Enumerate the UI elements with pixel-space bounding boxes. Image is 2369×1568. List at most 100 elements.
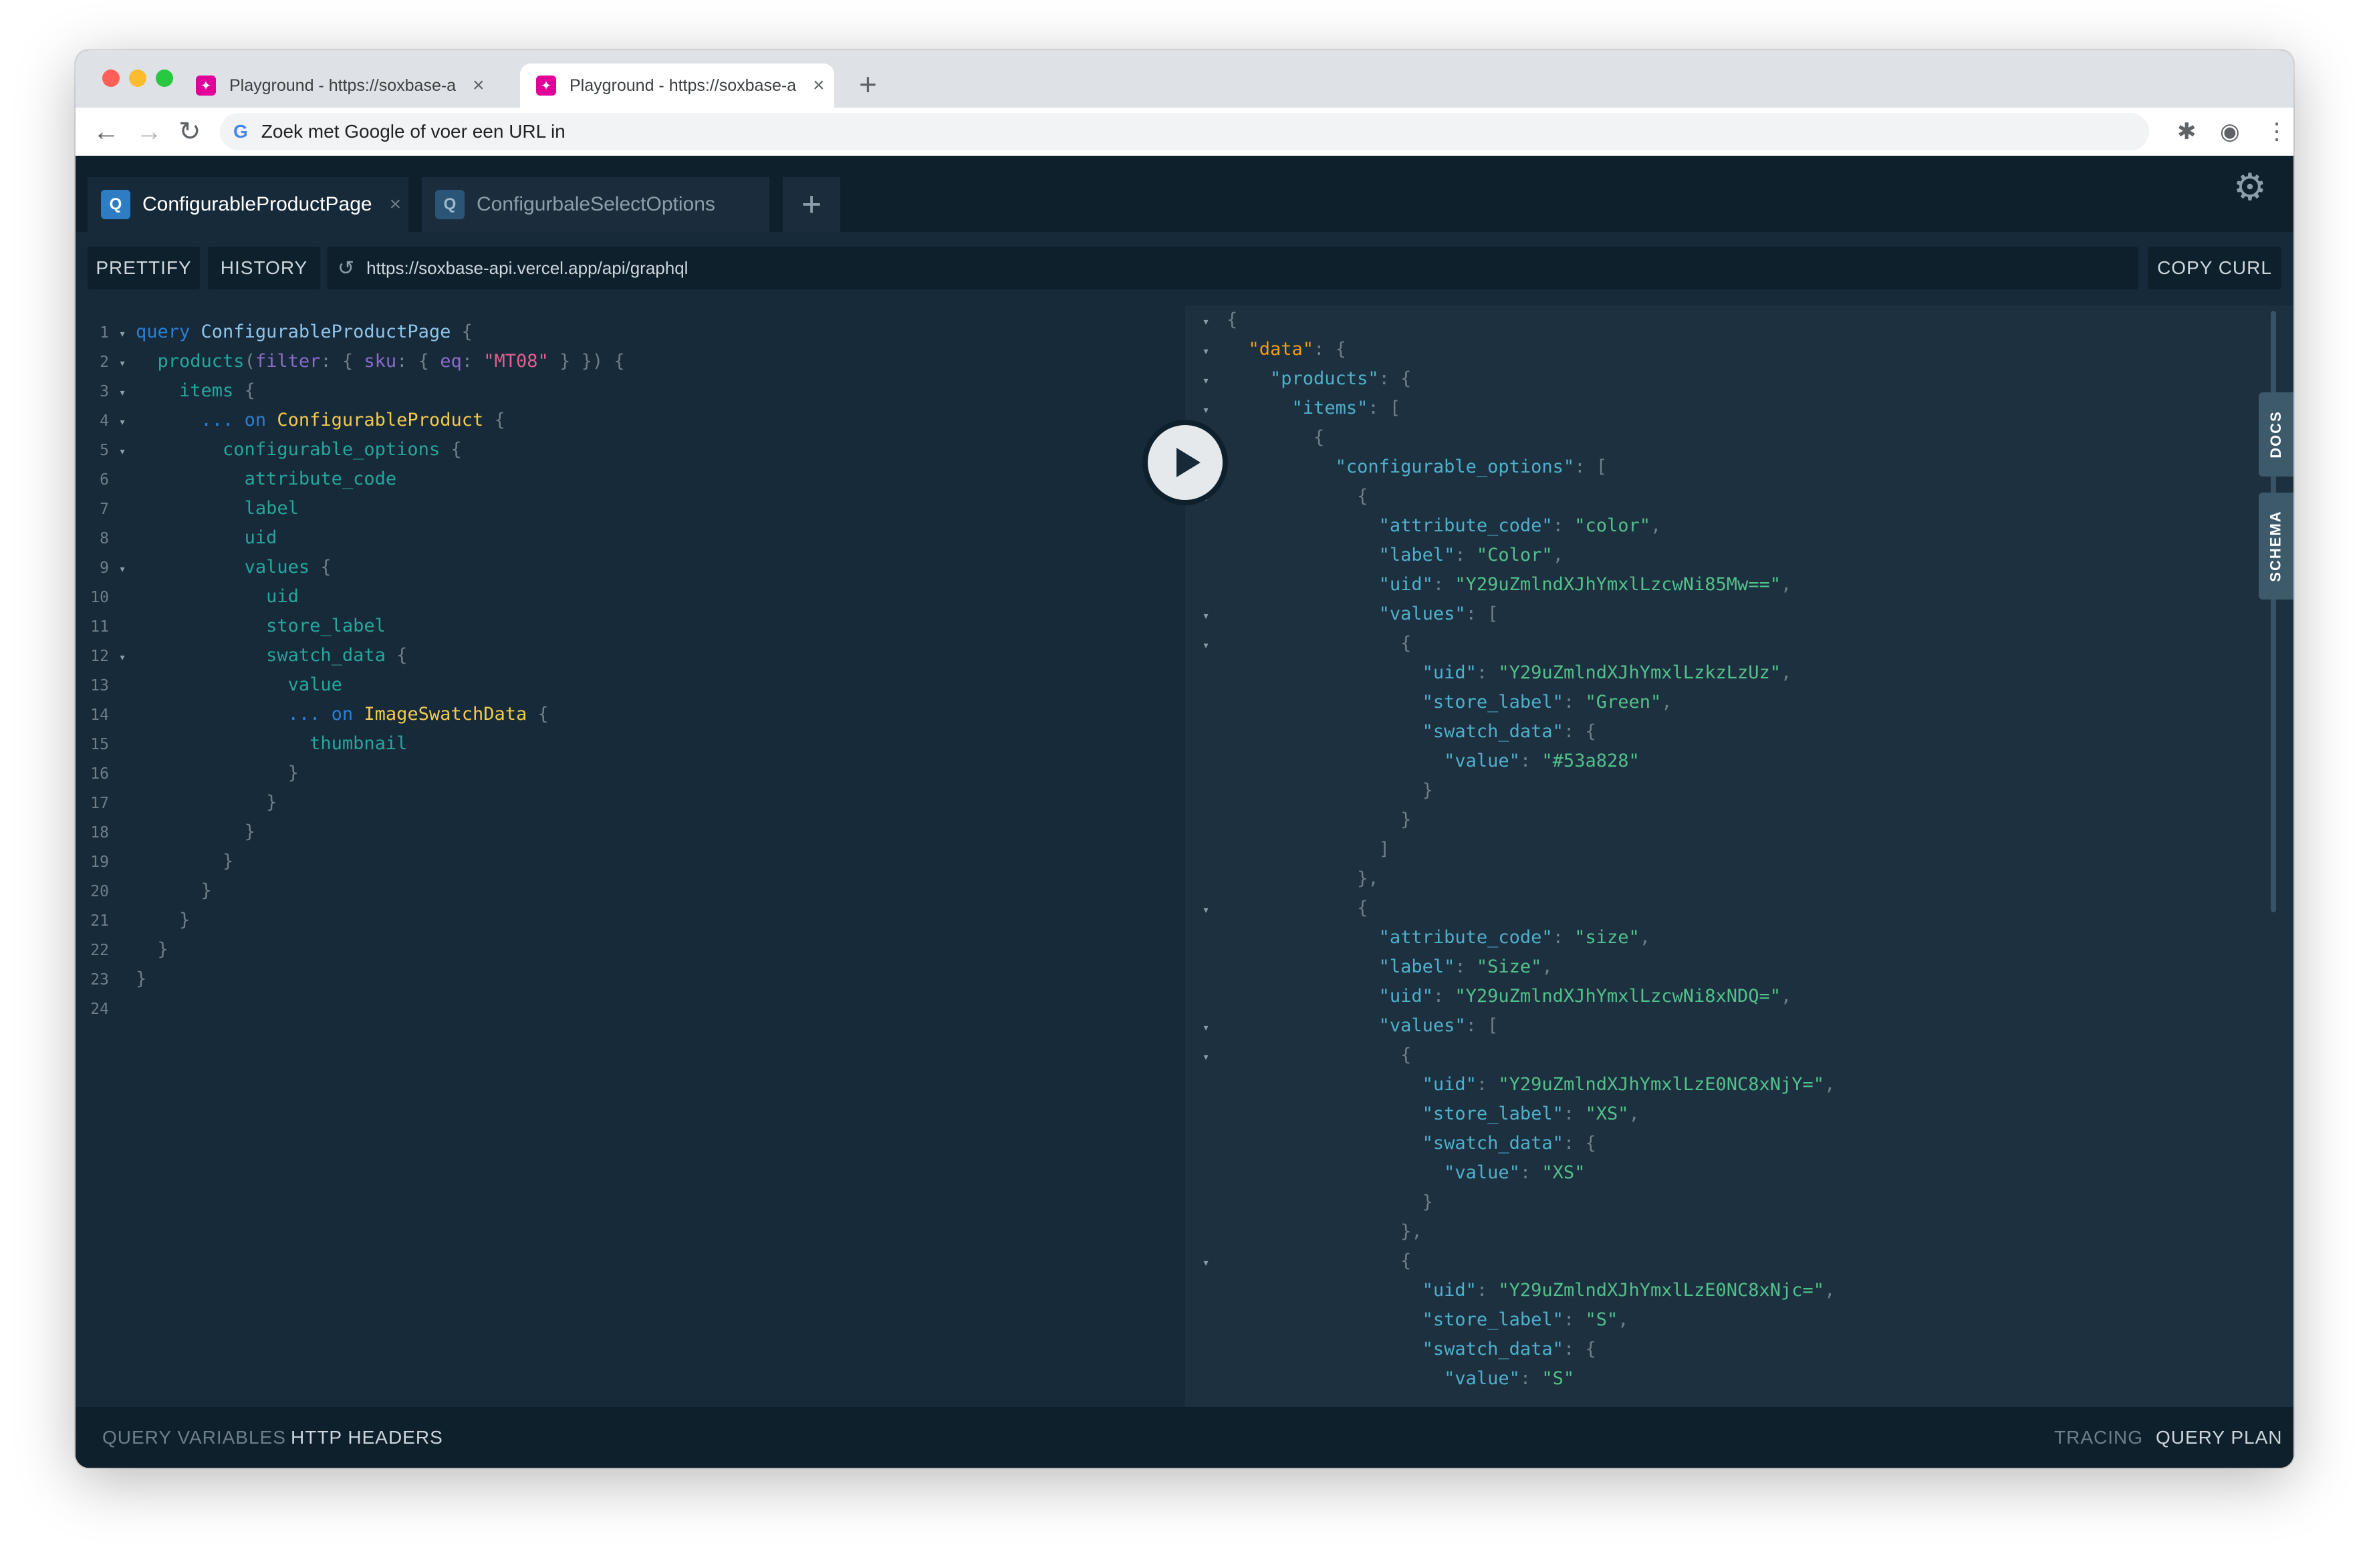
browser-tab-active[interactable]: ✦ Playground - https://soxbase-a × (520, 63, 834, 108)
omnibox[interactable]: G Zoek met Google of voer een URL in (220, 113, 2149, 150)
add-query-tab-button[interactable]: + (783, 177, 840, 232)
json-token: "label" (1378, 545, 1455, 565)
fold-arrow-icon[interactable]: ▾ (109, 378, 136, 408)
code-token: thumbnail (309, 733, 408, 754)
json-token: "value" (1444, 751, 1520, 771)
fold-arrow-icon[interactable]: ▾ (1185, 1249, 1227, 1278)
line-number: 3 (100, 383, 109, 400)
back-arrow-icon[interactable]: ← (93, 113, 120, 150)
result-line: ▾ { (1185, 629, 1412, 660)
schema-tab[interactable]: SCHEMA (2259, 493, 2293, 600)
maximize-window-button[interactable] (156, 70, 173, 87)
code-token: query (136, 321, 191, 342)
endpoint-url-input[interactable]: ↺ https://soxbase-api.vercel.app/api/gra… (327, 247, 2138, 289)
browser-tab[interactable]: ✦ Playground - https://soxbase-a × (196, 63, 510, 108)
gear-icon[interactable]: ⚙ (2233, 165, 2267, 209)
json-token: "swatch_data" (1422, 721, 1564, 742)
json-token: { (1400, 1251, 1412, 1271)
code-line: 20 } (76, 876, 212, 906)
fold-arrow-icon[interactable]: ▾ (109, 319, 136, 349)
fold-arrow-icon[interactable]: ▾ (1185, 307, 1227, 337)
browser-tab-title: Playground - https://soxbase-a (229, 76, 457, 95)
docs-tab[interactable]: DOCS (2259, 392, 2293, 477)
graphql-playground: Q ConfigurableProductPage × Q Configurba… (76, 156, 2293, 1468)
fold-arrow-icon[interactable]: ▾ (1185, 631, 1227, 660)
tracing-tab[interactable]: TRACING (2054, 1427, 2143, 1448)
json-token: "products" (1270, 368, 1379, 389)
fold-arrow-icon[interactable]: ▾ (109, 437, 136, 467)
history-button[interactable]: HISTORY (208, 247, 320, 289)
code-line: 22 } (76, 935, 168, 964)
result-line: ▾ "items": [ (1185, 394, 1401, 423)
json-token: "Y29uZmlndXJhYmxlLzcwNi85Mw==" (1455, 574, 1781, 595)
new-tab-button[interactable]: + (859, 68, 877, 101)
fold-arrow-icon[interactable]: ▾ (109, 349, 136, 378)
line-number: 1 (100, 324, 109, 342)
http-headers-tab[interactable]: HTTP HEADERS (291, 1427, 443, 1448)
json-token: "values" (1378, 1015, 1466, 1036)
code-token: attribute_code (244, 469, 397, 489)
json-token: "S" (1585, 1309, 1618, 1330)
fold-arrow-icon[interactable]: ▾ (1185, 366, 1227, 396)
fold-arrow-icon[interactable]: ▾ (109, 408, 136, 437)
result-line: "label": "Size", (1185, 952, 1553, 982)
menu-dots-icon[interactable]: ⋮ (2265, 113, 2288, 150)
code-token: } (157, 939, 168, 960)
code-token: { (233, 380, 255, 401)
code-token: } (223, 851, 234, 872)
extensions-icon[interactable]: ✱ (2177, 113, 2197, 150)
query-variables-tab[interactable]: QUERY VARIABLES (102, 1427, 286, 1448)
fold-arrow-icon[interactable]: ▾ (1185, 602, 1227, 631)
query-tab-active[interactable]: Q ConfigurableProductPage × (88, 177, 408, 232)
json-token: "value" (1444, 1368, 1520, 1389)
fold-arrow-icon[interactable]: ▾ (1185, 337, 1227, 366)
json-token: : [ (1465, 604, 1499, 624)
profile-icon[interactable]: ◉ (2220, 113, 2240, 150)
close-tab-icon[interactable]: × (473, 74, 485, 97)
json-token: "attribute_code" (1378, 927, 1553, 948)
refresh-schema-icon[interactable]: ↺ (338, 257, 354, 280)
minimize-window-button[interactable] (129, 70, 146, 87)
code-line: 9 ▾ values { (76, 553, 332, 584)
fold-arrow-icon[interactable]: ▾ (1185, 896, 1227, 925)
json-token: } (1422, 780, 1433, 801)
json-token: } (1422, 1192, 1433, 1212)
code-token: configurable_options (223, 439, 441, 460)
code-token: products (157, 351, 245, 372)
reload-icon[interactable]: ↻ (178, 113, 201, 150)
copy-curl-button[interactable]: COPY CURL (2148, 247, 2281, 289)
fold-arrow-icon[interactable]: ▾ (1185, 1043, 1227, 1072)
prettify-button[interactable]: PRETTIFY (88, 247, 200, 289)
code-token: ConfigurableProductPage (201, 321, 451, 342)
fold-arrow-icon[interactable]: ▾ (109, 555, 136, 584)
json-token: : (1432, 986, 1455, 1007)
line-number: 9 (100, 559, 109, 577)
result-line: ] (1185, 835, 1390, 864)
google-logo-icon: G (233, 121, 248, 142)
json-token: "Color" (1476, 545, 1553, 565)
close-window-button[interactable] (102, 70, 120, 87)
query-editor[interactable]: 1 ▾ query ConfigurableProductPage {2 ▾ prod… (76, 305, 1185, 1407)
json-token: "color" (1574, 515, 1650, 536)
fold-arrow-icon[interactable]: ▾ (109, 643, 136, 672)
forward-arrow-icon[interactable]: → (136, 113, 162, 150)
close-query-tab-icon[interactable]: × (390, 193, 402, 216)
execute-query-button[interactable] (1142, 420, 1228, 505)
json-token: "size" (1574, 927, 1640, 948)
result-line: ▾ { (1185, 1041, 1412, 1072)
omnibox-placeholder: Zoek met Google of voer een URL in (261, 121, 566, 142)
json-token: "Y29uZmlndXJhYmxlLzcwNi8xNDQ=" (1455, 986, 1781, 1007)
code-token: { (309, 557, 332, 577)
query-plan-tab[interactable]: QUERY PLAN (2156, 1427, 2282, 1448)
code-line: 1 ▾ query ConfigurableProductPage { (76, 317, 473, 347)
code-line: 12 ▾ swatch_data { (76, 641, 407, 670)
close-tab-icon[interactable]: × (813, 74, 825, 97)
result-line: ▾{ (1185, 305, 1238, 337)
fold-arrow-icon[interactable]: ▾ (1185, 1013, 1227, 1043)
json-token: : (1432, 574, 1455, 595)
json-token: , (1639, 927, 1650, 948)
json-token: : { (1563, 1133, 1596, 1154)
json-token: "uid" (1422, 1074, 1477, 1095)
browser-tab-strip: ✦ Playground - https://soxbase-a × ✦ Pla… (76, 50, 2293, 108)
query-tab[interactable]: Q ConfigurbaleSelectOptions (422, 177, 769, 232)
